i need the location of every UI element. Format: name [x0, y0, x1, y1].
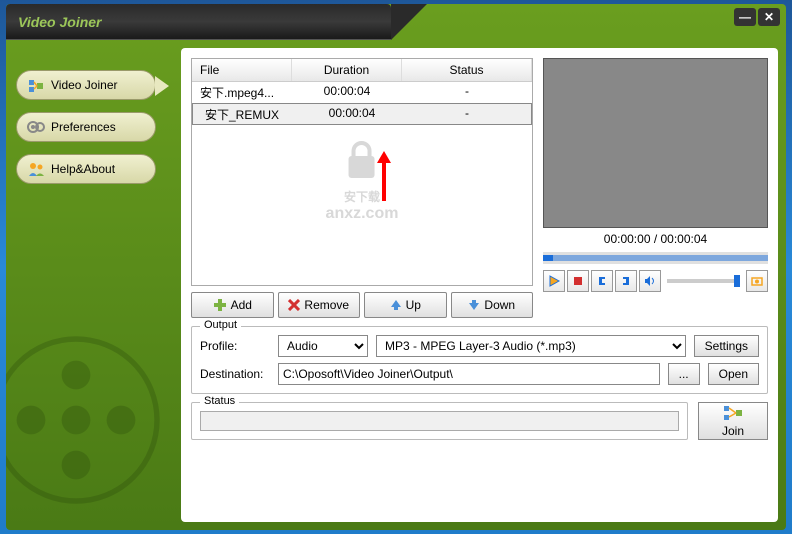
- cell-duration: 00:00:04: [297, 104, 407, 124]
- add-button[interactable]: Add: [191, 292, 274, 318]
- play-button[interactable]: [543, 270, 565, 292]
- sidebar-item-label: Video Joiner: [51, 78, 118, 92]
- sidebar-item-video-joiner[interactable]: Video Joiner: [16, 70, 156, 100]
- cell-status: -: [407, 104, 527, 124]
- stop-button[interactable]: [567, 270, 589, 292]
- status-group: Status: [191, 402, 688, 440]
- group-label: Status: [200, 395, 239, 407]
- main-panel: File Duration Status 安下.mpeg4... 00:00:0…: [181, 48, 778, 522]
- down-button[interactable]: Down: [451, 292, 534, 318]
- sidebar-item-help-about[interactable]: Help&About: [16, 154, 156, 184]
- column-header-status[interactable]: Status: [402, 59, 532, 81]
- close-button[interactable]: ✕: [758, 8, 780, 26]
- settings-button[interactable]: Settings: [694, 335, 759, 357]
- arrow-annotation: [382, 161, 386, 201]
- profile-label: Profile:: [200, 339, 270, 353]
- volume-button[interactable]: [639, 270, 661, 292]
- app-title: Video Joiner: [18, 14, 102, 30]
- app-window: — ✕ Video Joiner Video Joiner Preference…: [6, 4, 786, 530]
- table-row[interactable]: 安下_REMUX 00:00:04 -: [192, 103, 532, 125]
- down-arrow-icon: [468, 299, 480, 311]
- title-bar: Video Joiner: [6, 4, 391, 40]
- preview-panel: 00:00:00 / 00:00:04: [543, 58, 768, 318]
- time-display: 00:00:00 / 00:00:04: [543, 228, 768, 250]
- column-header-file[interactable]: File: [192, 59, 292, 81]
- profile-format-select[interactable]: MP3 - MPEG Layer-3 Audio (*.mp3): [376, 335, 686, 357]
- film-reel-decoration: [6, 330, 166, 510]
- sidebar-item-label: Help&About: [51, 162, 115, 176]
- column-header-duration[interactable]: Duration: [292, 59, 402, 81]
- output-group: Output Profile: Audio MP3 - MPEG Layer-3…: [191, 326, 768, 394]
- remove-button[interactable]: Remove: [278, 292, 361, 318]
- group-label: Output: [200, 319, 241, 331]
- join-button[interactable]: Join: [698, 402, 768, 440]
- gear-icon: [27, 118, 45, 136]
- table-row[interactable]: 安下.mpeg4... 00:00:04 -: [192, 82, 532, 103]
- cell-duration: 00:00:04: [292, 82, 402, 103]
- mark-out-button[interactable]: [615, 270, 637, 292]
- snapshot-button[interactable]: [746, 270, 768, 292]
- volume-slider[interactable]: [667, 279, 740, 283]
- profile-category-select[interactable]: Audio: [278, 335, 368, 357]
- cell-file: 安下_REMUX: [197, 104, 297, 124]
- video-joiner-icon: [27, 76, 45, 94]
- join-icon: [723, 404, 743, 422]
- people-icon: [27, 160, 45, 178]
- file-list-panel: File Duration Status 安下.mpeg4... 00:00:0…: [191, 58, 533, 318]
- sidebar-item-preferences[interactable]: Preferences: [16, 112, 156, 142]
- plus-icon: [213, 298, 227, 312]
- browse-button[interactable]: ...: [668, 363, 700, 385]
- destination-input[interactable]: [278, 363, 660, 385]
- destination-label: Destination:: [200, 367, 270, 381]
- up-button[interactable]: Up: [364, 292, 447, 318]
- video-preview[interactable]: [543, 58, 768, 228]
- progress-bar: [200, 411, 679, 431]
- cell-file: 安下.mpeg4...: [192, 82, 292, 103]
- mark-in-button[interactable]: [591, 270, 613, 292]
- cell-status: -: [402, 82, 532, 103]
- up-arrow-icon: [390, 299, 402, 311]
- open-button[interactable]: Open: [708, 363, 759, 385]
- file-table[interactable]: File Duration Status 安下.mpeg4... 00:00:0…: [191, 58, 533, 286]
- x-icon: [288, 299, 300, 311]
- seek-slider[interactable]: [543, 252, 768, 264]
- minimize-button[interactable]: —: [734, 8, 756, 26]
- sidebar-item-label: Preferences: [51, 120, 116, 134]
- sidebar: Video Joiner Preferences Help&About: [6, 40, 181, 530]
